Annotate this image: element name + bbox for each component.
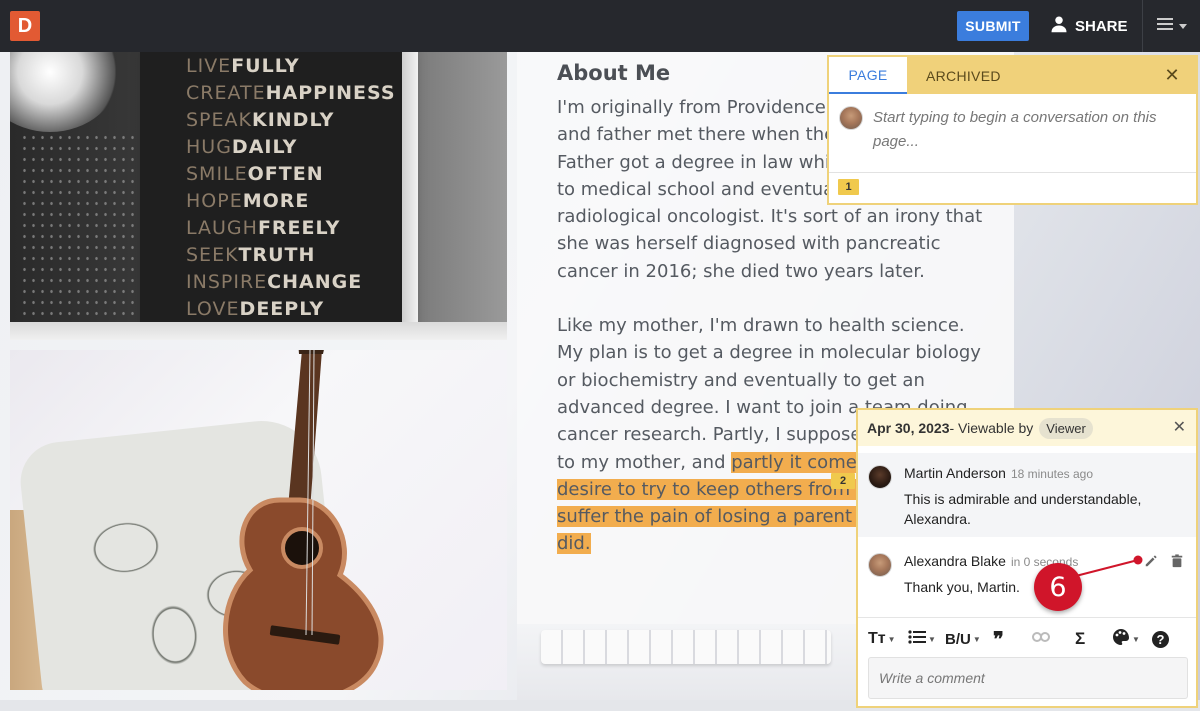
book-line: LAUGHFREELY bbox=[186, 217, 341, 239]
callout-badge: 6 bbox=[1034, 563, 1082, 611]
book-line: CREATEHAPPINESS bbox=[186, 82, 396, 104]
keyboard-photo bbox=[517, 624, 857, 700]
book-cover-text: LIVEFULLY CREATEHAPPINESS SPEAKKINDLY HU… bbox=[186, 53, 396, 323]
avatar bbox=[868, 553, 892, 577]
guitar-photo bbox=[10, 350, 507, 690]
text-style-button[interactable]: Tт ▼ bbox=[868, 628, 896, 650]
viewer-badge[interactable]: Viewer bbox=[1039, 417, 1093, 439]
close-icon[interactable]: ✕ bbox=[1173, 420, 1186, 436]
book-line: SEEKTRUTH bbox=[186, 244, 316, 266]
help-button[interactable]: ? bbox=[1152, 628, 1169, 650]
book-pages bbox=[402, 52, 418, 338]
sigma-icon: Σ bbox=[1075, 629, 1086, 648]
app-logo[interactable]: D bbox=[10, 11, 40, 41]
list-button[interactable]: ▼ bbox=[908, 628, 936, 650]
bullet-list-icon bbox=[908, 628, 926, 651]
chevron-down-icon: ▼ bbox=[1132, 634, 1140, 644]
top-bar: D SUBMIT SHARE bbox=[0, 0, 1200, 52]
submit-button[interactable]: SUBMIT bbox=[957, 11, 1029, 41]
person-icon bbox=[1050, 15, 1068, 37]
thread-visibility: - Viewable by bbox=[949, 420, 1034, 436]
book-line: SPEAKKINDLY bbox=[186, 109, 335, 131]
comment-format-toolbar: Tт ▼ ▼ B/U ▼ ❞ Σ ▼ ? bbox=[858, 617, 1196, 659]
comment-author: Alexandra Blake bbox=[904, 553, 1006, 569]
trash-icon[interactable] bbox=[1170, 554, 1184, 573]
thread-header: Apr 30, 2023 - Viewable by Viewer bbox=[858, 410, 1196, 446]
comment-tabs: PAGE ARCHIVED ✕ bbox=[829, 57, 1196, 94]
guitar-illustration bbox=[223, 350, 384, 690]
chevron-down-icon bbox=[1178, 17, 1187, 35]
comment-item: Martin Anderson 18 minutes ago This is ad… bbox=[858, 453, 1196, 537]
quote-button[interactable]: ❞ bbox=[993, 628, 1004, 651]
chevron-down-icon: ▼ bbox=[928, 634, 936, 644]
book-line: INSPIRECHANGE bbox=[186, 271, 363, 293]
conversation-placeholder[interactable]: Start typing to begin a conversation on … bbox=[873, 106, 1169, 154]
palette-icon bbox=[1112, 628, 1130, 651]
avatar bbox=[839, 106, 863, 130]
link-icon bbox=[1032, 628, 1050, 651]
share-label: SHARE bbox=[1075, 17, 1128, 35]
comment-author: Martin Anderson bbox=[904, 465, 1006, 481]
hamburger-menu-icon bbox=[1156, 17, 1175, 36]
share-button[interactable]: SHARE bbox=[1050, 12, 1128, 40]
bold-underline-icon: B/U bbox=[945, 630, 971, 648]
book-line: HOPEMORE bbox=[186, 190, 310, 212]
thread-date: Apr 30, 2023 bbox=[867, 420, 950, 436]
book-line: LOVEDEEPLY bbox=[186, 298, 325, 320]
lamp-glow bbox=[10, 52, 120, 132]
shelf bbox=[10, 322, 507, 340]
avatar bbox=[868, 465, 892, 489]
book-line: HUGDAILY bbox=[186, 136, 298, 158]
comment-marker-2[interactable]: 2 bbox=[831, 473, 855, 489]
book-photo: LIVEFULLY CREATEHAPPINESS SPEAKKINDLY HU… bbox=[10, 52, 507, 340]
divider bbox=[829, 172, 1196, 173]
bold-underline-button[interactable]: B/U ▼ bbox=[945, 628, 981, 650]
sparkle-pattern bbox=[20, 132, 140, 332]
comment-item: Alexandra Blake in 0 seconds Thank you, M… bbox=[858, 541, 1196, 615]
chevron-down-icon: ▼ bbox=[887, 634, 896, 644]
tab-archived[interactable]: ARCHIVED bbox=[926, 57, 1001, 94]
link-button[interactable] bbox=[1032, 628, 1050, 650]
comment-input[interactable] bbox=[868, 657, 1188, 699]
page-conversation-compose[interactable]: Start typing to begin a conversation on … bbox=[839, 106, 1169, 154]
quote-icon: ❞ bbox=[993, 628, 1004, 651]
close-icon[interactable]: ✕ bbox=[1164, 66, 1180, 84]
chevron-down-icon: ▼ bbox=[972, 634, 981, 644]
comment-actions bbox=[1144, 554, 1184, 573]
help-icon: ? bbox=[1152, 630, 1169, 648]
text-style-icon: Tт bbox=[868, 630, 886, 647]
color-button[interactable]: ▼ bbox=[1112, 628, 1140, 650]
comment-thread-panel: Apr 30, 2023 - Viewable by Viewer ✕ Mart… bbox=[856, 408, 1198, 708]
book-line: LIVEFULLY bbox=[186, 55, 300, 77]
hamburger-menu-button[interactable] bbox=[1142, 0, 1200, 52]
book-line: SMILEOFTEN bbox=[186, 163, 324, 185]
pencil-icon[interactable] bbox=[1144, 554, 1158, 573]
formula-button[interactable]: Σ bbox=[1075, 628, 1085, 650]
comment-marker-1[interactable]: 1 bbox=[838, 179, 859, 195]
comment-time: 18 minutes ago bbox=[1010, 467, 1094, 481]
comment-text: This is admirable and understandable, Al… bbox=[904, 491, 1142, 527]
tab-page[interactable]: PAGE bbox=[829, 57, 907, 94]
page-comments-panel: PAGE ARCHIVED ✕ Start typing to begin a … bbox=[827, 55, 1198, 205]
